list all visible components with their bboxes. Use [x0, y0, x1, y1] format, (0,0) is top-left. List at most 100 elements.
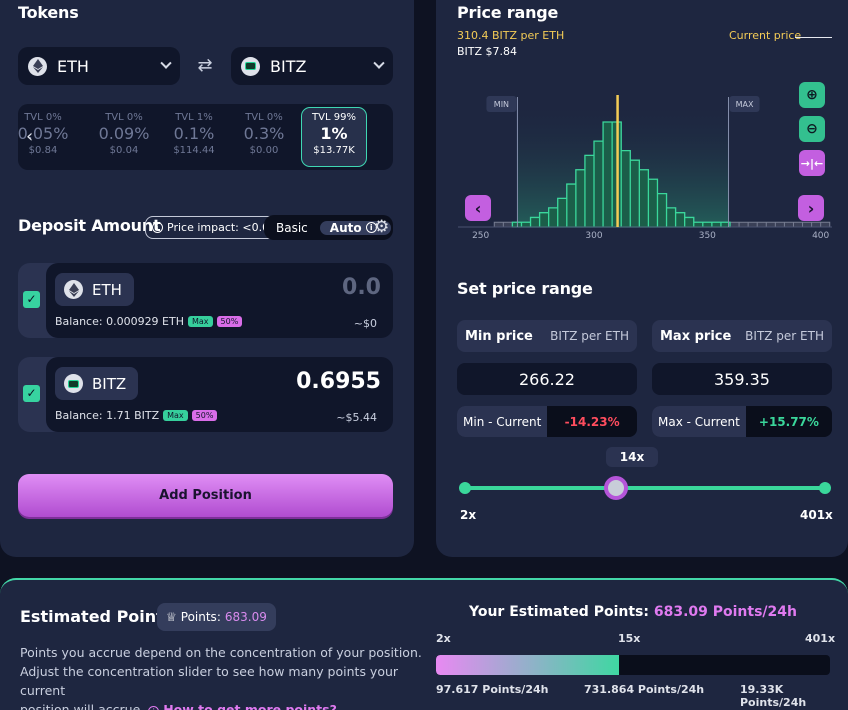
slider-max-label: 401x	[800, 508, 833, 522]
points-badge-value: 683.09	[224, 610, 267, 624]
more-points-link[interactable]: How to get more points?	[163, 702, 337, 710]
chevron-down-icon	[160, 57, 172, 69]
eth-icon	[64, 280, 83, 299]
compress-icon: →|←	[800, 156, 824, 170]
pan-left-button[interactable]: ‹	[465, 195, 491, 221]
bar-label-max: 401x	[805, 632, 836, 645]
fee-tier-selected[interactable]: TVL 99% 1% $13.77K	[301, 107, 367, 167]
fee-tvl: TVL 0%	[105, 112, 143, 123]
fee-volume: $0.04	[109, 145, 139, 156]
max-current-label: Max - Current	[652, 406, 746, 437]
info-icon: i	[148, 706, 160, 710]
balance-line: Balance: 1.71 BITZ Max 50%	[55, 409, 218, 422]
x-tick-label: 350	[699, 231, 716, 241]
max-button[interactable]: Max	[163, 410, 188, 421]
concentration-slider-track[interactable]	[465, 486, 825, 490]
bitz-icon	[241, 56, 260, 76]
bitz-icon	[64, 374, 83, 393]
fee-tvl: TVL 0%	[24, 112, 62, 123]
bar-label-min: 2x	[436, 632, 451, 645]
reset-range-button[interactable]: →|←	[799, 150, 825, 176]
fee-tier-3[interactable]: TVL 0% 0.3% $0.00	[229, 112, 299, 156]
half-button[interactable]: 50%	[191, 410, 218, 421]
slider-min-label: 2x	[460, 508, 477, 522]
liquidity-chart[interactable]: MIN MAX 250 300 350 400	[458, 70, 832, 250]
bitz-amount-input[interactable]: 0.6955	[296, 369, 381, 394]
chevron-left-icon[interactable]: ‹	[26, 126, 33, 147]
chevron-right-icon: ›	[807, 198, 815, 218]
est-points-label: Your Estimated Points:	[468, 604, 649, 620]
fee-value: 0.09%	[98, 124, 150, 143]
zoom-in-icon: ⊕	[806, 87, 818, 103]
chevron-down-icon	[373, 57, 385, 69]
fee-tier-2[interactable]: TVL 1% 0.1% $114.44	[159, 112, 229, 156]
info-icon: i	[152, 222, 163, 233]
points-progress-fill	[436, 655, 620, 675]
min-price-header: Min price BITZ per ETH	[457, 320, 637, 352]
concentration-slider-thumb[interactable]	[604, 476, 629, 500]
min-price-input[interactable]: 266.22	[457, 363, 637, 395]
bar-value-max: 19.33K Points/24h	[740, 683, 807, 709]
bitz-usd-value: ~$5.44	[336, 411, 377, 424]
fee-value: 1%	[320, 124, 348, 143]
gear-icon[interactable]: ⚙	[374, 218, 392, 236]
mode-basic-button[interactable]: Basic	[266, 221, 318, 235]
half-button[interactable]: 50%	[216, 316, 243, 327]
token-b-label: BITZ	[270, 56, 307, 76]
bar-label-mid: 15x	[618, 632, 641, 645]
swap-icon[interactable]: ⇄	[194, 56, 216, 76]
points-description: Points you accrue depend on the concentr…	[20, 643, 430, 710]
bitz-checkbox[interactable]: ✓	[23, 385, 40, 402]
points-desc-line: position will accrue.	[20, 702, 145, 710]
token-b-select[interactable]: BITZ	[231, 47, 393, 85]
pan-right-button[interactable]: ›	[798, 195, 824, 221]
eth-balance: Balance: 0.000929 ETH	[55, 315, 184, 328]
x-tick-label: 400	[812, 231, 829, 241]
current-price-label: Current price	[729, 29, 802, 42]
x-tick-label: 300	[585, 231, 602, 241]
fee-tvl: TVL 0%	[245, 112, 283, 123]
zoom-out-icon: ⊖	[806, 121, 818, 137]
points-progress-bar	[436, 655, 830, 675]
max-button[interactable]: Max	[188, 316, 213, 327]
bitz-balance: Balance: 1.71 BITZ	[55, 409, 160, 422]
max-current-diff: Max - Current +15.77%	[652, 406, 832, 437]
min-current-diff: Min - Current -14.23%	[457, 406, 637, 437]
deposit-token-eth: ETH	[55, 273, 134, 306]
eth-checkbox[interactable]: ✓	[23, 291, 40, 308]
estimated-points-title: Estimated Points	[20, 607, 174, 626]
min-tag-label: MIN	[494, 100, 509, 109]
fee-volume: $0.00	[249, 145, 279, 156]
deposit-token-label: ETH	[92, 280, 122, 299]
token-a-select[interactable]: ETH	[18, 47, 180, 85]
deposit-card: ETH 0.0 Balance: 0.000929 ETH Max 50% ~$…	[46, 263, 393, 338]
est-points-value: 683.09 Points/24h	[653, 604, 797, 620]
bar-value-mid: 731.864 Points/24h	[584, 683, 705, 696]
zoom-out-button[interactable]: ⊖	[799, 116, 825, 142]
zoom-in-button[interactable]: ⊕	[799, 82, 825, 108]
fee-tier-1[interactable]: TVL 0% 0.09% $0.04	[89, 112, 159, 156]
max-price-label: Max price	[660, 328, 732, 344]
fee-volume: $114.44	[173, 145, 215, 156]
points-badge-label: Points:	[180, 610, 221, 624]
min-current-label: Min - Current	[457, 406, 548, 437]
deposit-title: Deposit Amount	[18, 216, 161, 235]
deposit-token-label: BITZ	[92, 374, 127, 393]
token-a-label: ETH	[57, 56, 89, 76]
chevron-left-icon: ‹	[474, 198, 482, 218]
fee-tvl: TVL 99%	[312, 112, 356, 123]
fee-value: 0.1%	[173, 124, 215, 143]
token-usd-price: BITZ $7.84	[457, 45, 518, 58]
max-price-input[interactable]: 359.35	[652, 363, 832, 395]
leverage-badge: 14x	[606, 447, 658, 467]
add-position-button[interactable]: Add Position	[18, 474, 393, 517]
eth-amount-input[interactable]: 0.0	[342, 275, 381, 300]
tokens-title: Tokens	[18, 3, 79, 22]
min-current-value: -14.23%	[564, 414, 620, 429]
min-price-unit: BITZ per ETH	[550, 329, 629, 343]
mode-auto-label: Auto	[329, 220, 362, 235]
your-estimated-points: Your Estimated Points: 683.09 Points/24h	[436, 604, 830, 620]
deposit-card: BITZ 0.6955 Balance: 1.71 BITZ Max 50% ~…	[46, 357, 393, 432]
slider-min-dot	[459, 482, 471, 494]
points-desc-line: Points you accrue depend on the concentr…	[20, 645, 422, 660]
